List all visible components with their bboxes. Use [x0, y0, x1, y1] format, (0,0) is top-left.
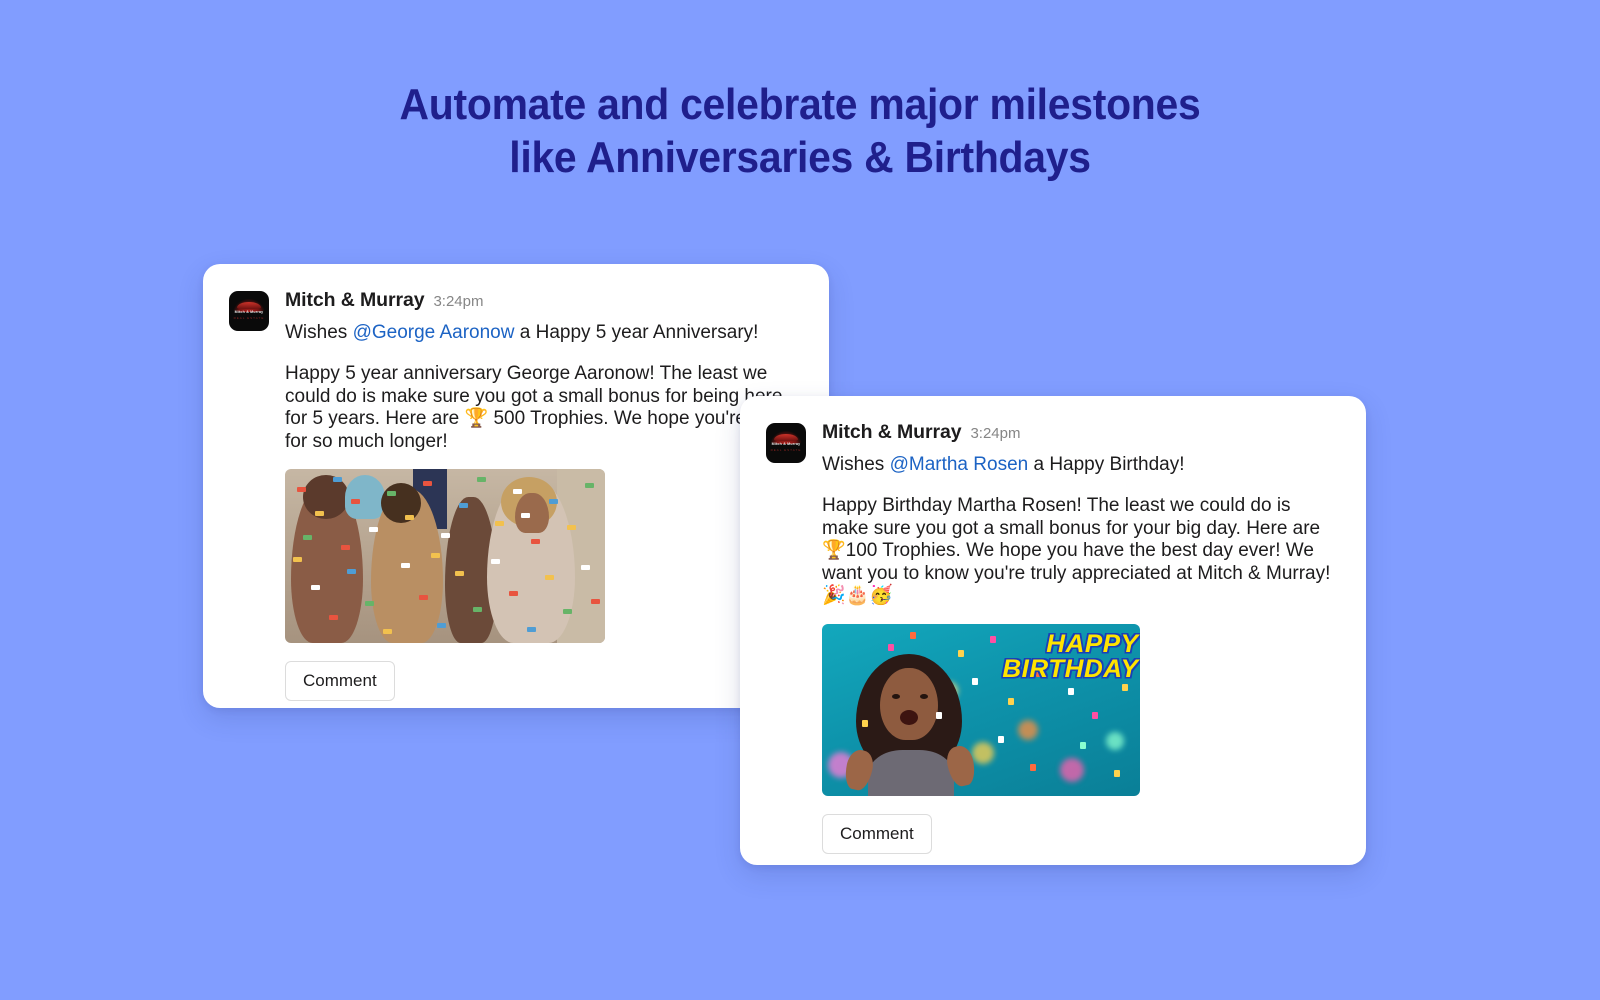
message-header: Mitch & Murray REAL ESTATE Mitch & Murra…: [229, 289, 803, 701]
avatar-brand-subtext: REAL ESTATE: [770, 448, 802, 452]
message-card-inner: Mitch & Murray REAL ESTATE Mitch & Murra…: [203, 264, 829, 708]
message-card-inner: Mitch & Murray REAL ESTATE Mitch & Murra…: [740, 396, 1366, 865]
gif-overlay-line-2: BIRTHDAY: [1002, 654, 1139, 683]
page-title-line-2: like Anniversaries & Birthdays: [509, 133, 1091, 182]
sender-row: Mitch & Murray 3:24pm: [822, 421, 1340, 445]
person-1-hat: [345, 475, 385, 519]
person-eye-left: [892, 693, 900, 699]
mention-link-martha-rosen[interactable]: @Martha Rosen: [890, 454, 1029, 475]
person-1-hair: [303, 475, 349, 519]
message-card-birthday: Mitch & Murray REAL ESTATE Mitch & Murra…: [740, 396, 1366, 865]
page-title-line-1: Automate and celebrate major milestones: [399, 80, 1201, 129]
confetti-celebration-photo[interactable]: [285, 469, 605, 643]
person-mouth: [900, 709, 918, 725]
sender-name: Mitch & Murray: [285, 289, 425, 311]
sender-row: Mitch & Murray 3:24pm: [285, 289, 803, 313]
page-title: Automate and celebrate major milestones …: [56, 78, 1544, 184]
avatar-brand-subtext: REAL ESTATE: [233, 316, 265, 320]
wishes-prefix: Wishes: [285, 322, 353, 343]
message-header: Mitch & Murray REAL ESTATE Mitch & Murra…: [766, 421, 1340, 854]
avatar: Mitch & Murray REAL ESTATE: [766, 423, 806, 463]
avatar: Mitch & Murray REAL ESTATE: [229, 291, 269, 331]
wishes-suffix: a Happy Birthday!: [1028, 454, 1185, 475]
message-body: Mitch & Murray 3:24pm Wishes @George Aar…: [285, 289, 803, 701]
message-card-anniversary: Mitch & Murray REAL ESTATE Mitch & Murra…: [203, 264, 829, 708]
logo-swoosh-highlight-icon: [237, 302, 261, 309]
gif-overlay-text: HAPPY BIRTHDAY: [1002, 629, 1139, 683]
message-paragraph: Happy 5 year anniversary George Aaronow!…: [285, 363, 790, 452]
confetti-scene: [285, 469, 605, 643]
birthday-gif-scene: HAPPY BIRTHDAY: [822, 623, 1140, 796]
message-timestamp: 3:24pm: [433, 293, 484, 310]
person-2-hair: [381, 483, 421, 523]
wishes-suffix: a Happy 5 year Anniversary!: [514, 322, 759, 343]
person-face: [880, 667, 938, 740]
message-timestamp: 3:24pm: [970, 425, 1021, 442]
wishes-line: Wishes @George Aaronow a Happy 5 year An…: [285, 320, 803, 345]
happy-birthday-gif[interactable]: HAPPY BIRTHDAY: [822, 623, 1140, 796]
wishes-line: Wishes @Martha Rosen a Happy Birthday!: [822, 452, 1340, 477]
avatar-brand-text: Mitch & Murray: [234, 310, 264, 314]
person-body: [868, 749, 954, 796]
avatar-brand-text: Mitch & Murray: [771, 442, 801, 446]
gif-overlay-line-1: HAPPY: [1046, 629, 1139, 658]
wishes-prefix: Wishes: [822, 454, 890, 475]
comment-button[interactable]: Comment: [822, 813, 932, 854]
comment-button[interactable]: Comment: [285, 661, 395, 701]
message-body: Mitch & Murray 3:24pm Wishes @Martha Ros…: [822, 421, 1340, 854]
person-eye-right: [920, 693, 928, 699]
logo-swoosh-highlight-icon: [774, 434, 798, 441]
sender-name: Mitch & Murray: [822, 421, 962, 443]
mention-link-george-aaronow[interactable]: @George Aaronow: [353, 322, 515, 343]
message-paragraph: Happy Birthday Martha Rosen! The least w…: [822, 495, 1331, 606]
